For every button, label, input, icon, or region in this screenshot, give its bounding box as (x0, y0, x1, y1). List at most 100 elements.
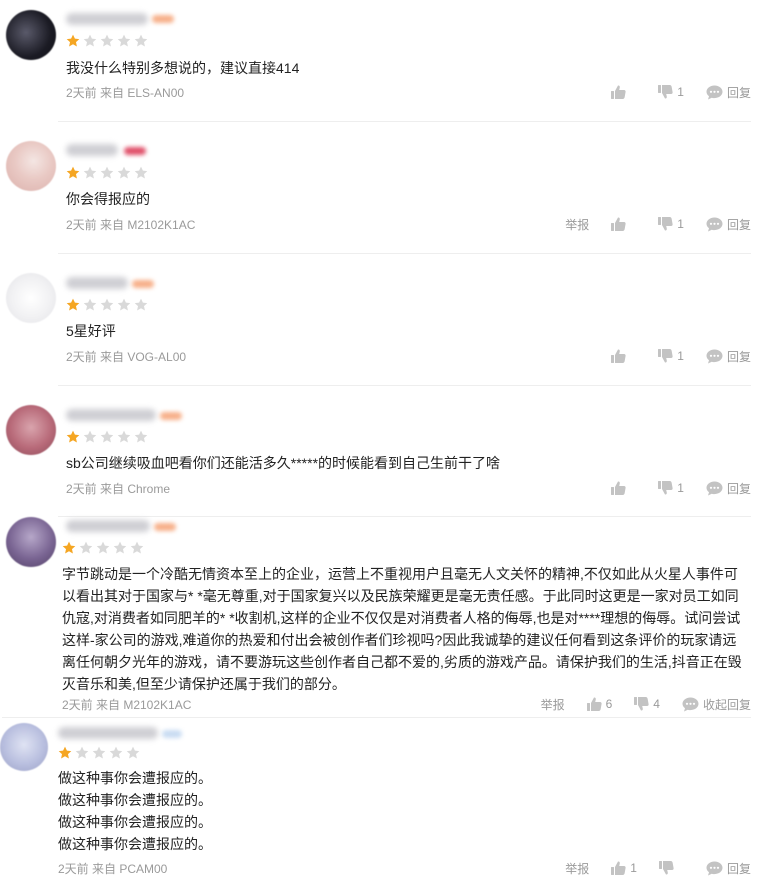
star-icon (100, 298, 114, 311)
reply-button[interactable]: 回复 (706, 480, 751, 497)
report-button[interactable]: 举报 (565, 860, 589, 877)
comment-text: 做这种事你会遭报应的。 做这种事你会遭报应的。 做这种事你会遭报应的。 做这种事… (58, 770, 212, 852)
star-icon (92, 746, 106, 759)
comment-actions: 举报 1 回复 (565, 215, 751, 233)
divider (58, 516, 751, 517)
avatar[interactable] (6, 10, 56, 60)
comment-actions: 1 回复 (589, 479, 751, 497)
star-icon (134, 430, 148, 443)
comment-meta: 2天前 来自 VOG-AL00 (66, 350, 187, 364)
reply-button[interactable]: 回复 (706, 84, 751, 101)
avatar[interactable] (6, 273, 56, 323)
star-icon (83, 34, 97, 47)
star-icon (62, 541, 76, 554)
avatar[interactable] (6, 517, 56, 567)
like-count: 6 (605, 697, 613, 711)
star-icon (117, 430, 131, 443)
thumbs-up-icon (586, 697, 602, 711)
like-button[interactable] (611, 217, 636, 231)
comment-actions: 1 回复 (589, 347, 751, 365)
thumbs-up-icon (611, 85, 626, 99)
avatar[interactable] (6, 405, 56, 455)
level-badge (162, 730, 182, 738)
avatar[interactable] (6, 141, 56, 191)
star-icon (134, 34, 148, 47)
comment-text: 5星好评 (66, 323, 116, 339)
rating-stars (66, 34, 148, 48)
comment-text: 你会得报应的 (66, 191, 150, 207)
username[interactable] (66, 13, 148, 25)
dislike-count: 1 (677, 85, 684, 99)
level-badge (152, 15, 174, 23)
star-icon (66, 298, 80, 311)
reply-label: 回复 (726, 85, 751, 100)
report-button[interactable]: 举报 (565, 216, 589, 233)
level-badge (132, 280, 154, 288)
comment-meta: 2天前 来自 Chrome (66, 482, 171, 496)
star-icon (58, 746, 72, 759)
level-badge (160, 412, 182, 420)
star-icon (100, 430, 114, 443)
dislike-button[interactable]: 4 (634, 697, 660, 711)
divider (58, 385, 751, 386)
thumbs-down-icon (658, 217, 673, 231)
dislike-button[interactable] (658, 861, 684, 875)
star-icon (134, 298, 148, 311)
reply-label: 收起回复 (702, 697, 751, 712)
comment-meta: 2天前 来自 ELS-AN00 (66, 86, 185, 100)
comment-text: 我没什么特别多想说的，建议直接414 (66, 60, 300, 76)
star-icon (96, 541, 110, 554)
rating-stars (58, 746, 140, 760)
reply-button[interactable]: 回复 (706, 216, 751, 233)
like-button[interactable]: 1 (611, 861, 637, 875)
reply-button[interactable]: 回复 (706, 348, 751, 365)
comment-list: 我没什么特别多想说的，建议直接414 2天前 来自 ELS-AN00 1 回复 … (0, 0, 773, 886)
star-icon (117, 166, 131, 179)
username[interactable] (66, 409, 156, 421)
comment-meta: 2天前 来自 M2102K1AC (66, 218, 196, 232)
comment-actions: 举报 1 回复 (565, 859, 751, 877)
report-button[interactable]: 举报 (541, 696, 565, 713)
username[interactable] (58, 727, 158, 739)
star-icon (79, 541, 93, 554)
rating-stars (66, 166, 148, 180)
thumbs-down-icon (634, 697, 649, 711)
star-icon (75, 746, 89, 759)
like-button[interactable] (611, 481, 636, 495)
comment-text: 字节跳动是一个冷酷无情资本至上的企业，运营上不重视用户且毫无人文关怀的精神,不仅… (62, 566, 742, 692)
star-icon (130, 541, 144, 554)
username[interactable] (66, 277, 128, 289)
reply-button[interactable]: 收起回复 (682, 696, 751, 713)
reply-bubble-icon (706, 481, 723, 496)
dislike-button[interactable]: 1 (658, 217, 684, 231)
star-icon (134, 166, 148, 179)
star-icon (100, 166, 114, 179)
like-button[interactable] (611, 349, 636, 363)
reply-label: 回复 (726, 349, 751, 364)
star-icon (83, 166, 97, 179)
level-badge (124, 147, 146, 155)
comment-text: sb公司继续吸血吧看你们还能活多久*****的时候能看到自己生前干了啥 (66, 455, 501, 471)
thumbs-up-icon (611, 861, 626, 875)
star-icon (66, 34, 80, 47)
reply-bubble-icon (682, 697, 699, 712)
username[interactable] (66, 144, 118, 156)
reply-bubble-icon (706, 861, 723, 876)
star-icon (117, 298, 131, 311)
username[interactable] (66, 520, 150, 532)
dislike-button[interactable]: 1 (658, 481, 684, 495)
like-button[interactable]: 6 (586, 697, 613, 711)
reply-label: 回复 (726, 481, 751, 496)
star-icon (66, 430, 80, 443)
dislike-button[interactable]: 1 (658, 85, 684, 99)
reply-button[interactable]: 回复 (706, 860, 751, 877)
like-count: 1 (630, 861, 637, 875)
thumbs-up-icon (611, 349, 626, 363)
avatar[interactable] (0, 723, 48, 771)
reply-bubble-icon (706, 349, 723, 364)
reply-label: 回复 (726, 217, 751, 232)
star-icon (66, 166, 80, 179)
comment-meta: 2天前 来自 PCAM00 (58, 862, 168, 876)
dislike-button[interactable]: 1 (658, 349, 684, 363)
like-button[interactable] (611, 85, 636, 99)
